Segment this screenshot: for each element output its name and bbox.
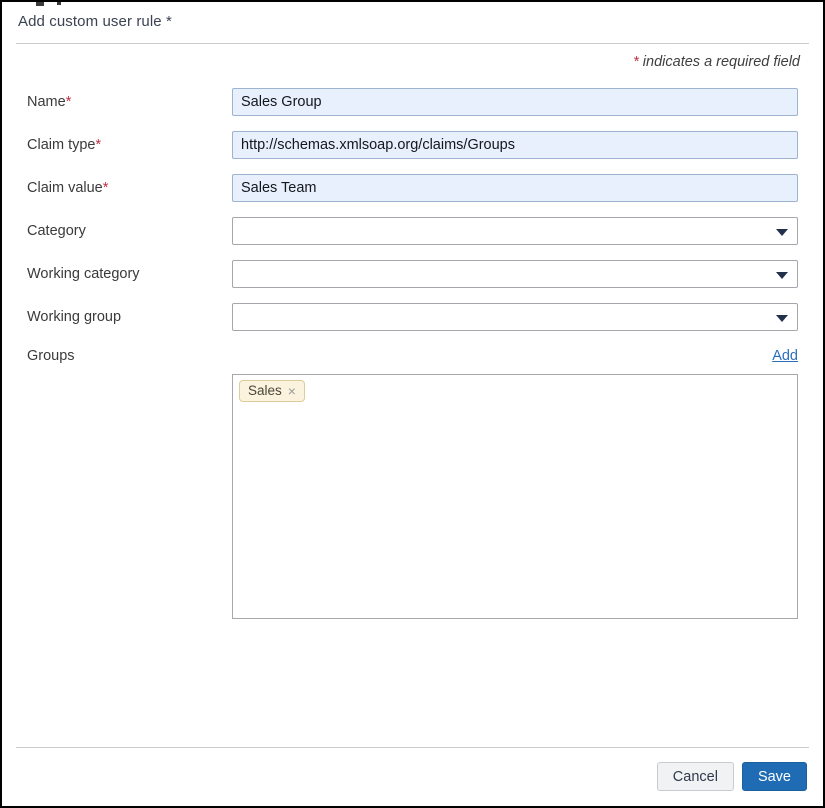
groups-list-box[interactable]: Sales × xyxy=(232,374,798,619)
required-asterisk: * xyxy=(66,94,72,110)
dialog-footer: Cancel Save xyxy=(2,747,823,806)
cropped-text-remnant xyxy=(57,2,61,5)
form-row-category: Category xyxy=(27,217,798,245)
form-row-name: Name* xyxy=(27,88,798,116)
required-asterisk: * xyxy=(96,137,102,153)
form-row-working-category: Working category xyxy=(27,260,798,288)
category-label: Category xyxy=(27,223,232,239)
chevron-down-icon xyxy=(776,229,788,236)
working-category-label: Working category xyxy=(27,266,232,282)
dialog-title: Add custom user rule * xyxy=(18,13,172,30)
rule-form: Name* Claim type* Claim value* Category xyxy=(2,70,823,619)
dialog-header: Add custom user rule * xyxy=(2,2,823,43)
groups-header-row: Groups Add xyxy=(27,346,798,366)
save-button[interactable]: Save xyxy=(742,762,807,791)
group-tag-sales: Sales × xyxy=(239,380,305,402)
name-input[interactable] xyxy=(232,88,798,116)
group-tag-label: Sales xyxy=(248,383,282,398)
cancel-button[interactable]: Cancel xyxy=(657,762,734,791)
add-group-link[interactable]: Add xyxy=(772,348,798,364)
required-asterisk: * xyxy=(103,180,109,196)
footer-buttons: Cancel Save xyxy=(2,748,823,806)
remove-tag-icon[interactable]: × xyxy=(288,384,296,398)
required-note-text: indicates a required field xyxy=(639,54,800,70)
chevron-down-icon xyxy=(776,272,788,279)
form-row-working-group: Working group xyxy=(27,303,798,331)
form-row-claim-value: Claim value* xyxy=(27,174,798,202)
add-custom-user-rule-dialog: Add custom user rule * * indicates a req… xyxy=(0,0,825,808)
groups-label: Groups xyxy=(27,348,232,364)
claim-value-input[interactable] xyxy=(232,174,798,202)
claim-type-label: Claim type* xyxy=(27,137,232,153)
form-row-claim-type: Claim type* xyxy=(27,131,798,159)
cropped-text-remnant xyxy=(36,2,44,6)
working-group-dropdown[interactable] xyxy=(232,303,798,331)
category-dropdown[interactable] xyxy=(232,217,798,245)
chevron-down-icon xyxy=(776,315,788,322)
working-group-label: Working group xyxy=(27,309,232,325)
header-divider xyxy=(16,43,809,44)
required-field-note: * indicates a required field xyxy=(2,54,823,70)
name-label: Name* xyxy=(27,94,232,110)
working-category-dropdown[interactable] xyxy=(232,260,798,288)
claim-value-label: Claim value* xyxy=(27,180,232,196)
claim-type-input[interactable] xyxy=(232,131,798,159)
